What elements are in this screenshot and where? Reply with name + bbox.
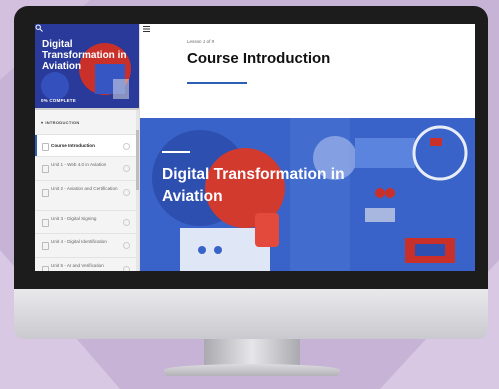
hero-title: Digital Transformation in Aviation	[162, 166, 345, 205]
lesson-item-unit-5[interactable]: Unit 5 - AI and Verification	[35, 257, 139, 271]
lesson-counter: Lesson 1 of 9	[187, 39, 215, 44]
lesson-label: Unit 3 - Digital Signing	[51, 216, 97, 221]
sidebar-hero: Digital Transformation in Aviation 0% CO…	[35, 24, 139, 108]
lesson-item-course-introduction[interactable]: Course Introduction	[35, 134, 139, 157]
title-underline	[187, 82, 247, 84]
lesson-label: Unit 1 - Web 4.0 in Aviation	[51, 162, 107, 167]
menu-icon[interactable]	[143, 26, 150, 32]
lesson-label: Unit 5 - AI and Verification	[51, 263, 104, 268]
section-label: INTRODUCTION	[45, 120, 80, 125]
lesson-item-unit-1[interactable]: Unit 1 - Web 4.0 in Aviation	[35, 156, 139, 179]
monitor-chin	[14, 289, 488, 339]
document-icon	[42, 266, 49, 271]
document-icon	[42, 242, 49, 250]
progress-label: 0% COMPLETE	[41, 98, 76, 103]
lesson-label: Unit 4 - Digital Identification	[51, 239, 107, 244]
scrollbar-thumb[interactable]	[136, 130, 139, 190]
progress-ring-icon	[123, 242, 130, 249]
document-icon	[42, 143, 49, 151]
monitor-stand-neck	[204, 339, 300, 367]
progress-ring-icon	[123, 165, 130, 172]
course-screen: Digital Transformation in Aviation 0% CO…	[35, 24, 475, 271]
course-sidebar: Digital Transformation in Aviation 0% CO…	[35, 24, 140, 271]
document-icon	[42, 165, 49, 173]
lesson-label: Course Introduction	[51, 143, 95, 148]
section-header[interactable]: ▾ INTRODUCTION	[41, 120, 80, 125]
progress-ring-icon	[123, 219, 130, 226]
course-title: Digital Transformation in Aviation	[42, 39, 127, 72]
document-icon	[42, 219, 49, 227]
sidebar-divider	[35, 108, 139, 110]
chevron-down-icon: ▾	[41, 120, 44, 125]
hero-banner: Digital Transformation in Aviation	[140, 118, 475, 271]
lesson-label: Unit 2 - Aviation and Certification	[51, 186, 118, 191]
search-icon[interactable]	[35, 24, 43, 32]
lesson-item-unit-4[interactable]: Unit 4 - Digital Identification	[35, 233, 139, 256]
lesson-item-unit-3[interactable]: Unit 3 - Digital Signing	[35, 210, 139, 233]
lesson-item-unit-2[interactable]: Unit 2 - Aviation and Certification	[35, 180, 139, 209]
page-title: Course Introduction	[187, 50, 331, 67]
document-icon	[42, 189, 49, 197]
active-indicator	[35, 135, 37, 157]
progress-ring-icon	[123, 143, 130, 150]
monitor-stand-foot	[164, 364, 340, 376]
sidebar-scrollbar[interactable]	[136, 110, 139, 271]
progress-ring-icon	[123, 266, 130, 271]
hero-rule	[162, 151, 190, 153]
progress-ring-icon	[123, 189, 130, 196]
